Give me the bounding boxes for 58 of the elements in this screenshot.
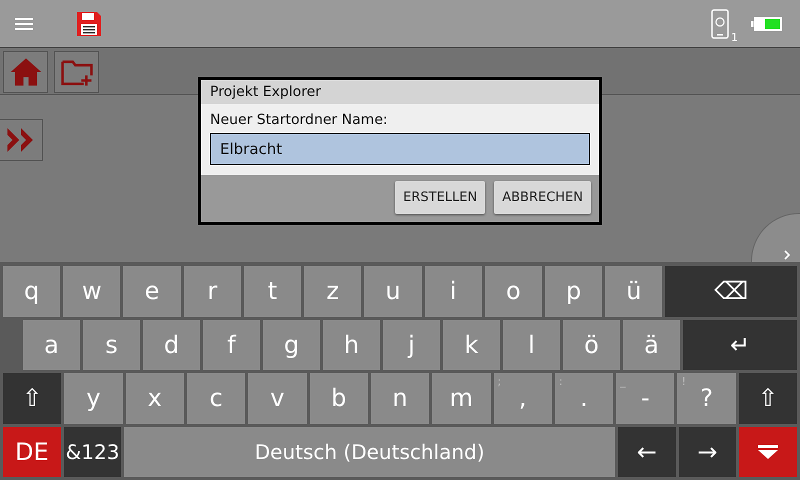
letter-key[interactable]: o [484,266,542,316]
battery-icon [751,16,783,32]
letter-key[interactable]: y [64,373,123,424]
letter-key[interactable]: t [244,266,302,316]
letter-key[interactable]: l [503,320,560,370]
home-button[interactable] [3,51,48,93]
letter-key[interactable]: i [424,266,482,316]
field-label: Neuer Startordner Name: [210,112,389,128]
symbols-key[interactable]: &123 [64,426,122,477]
save-icon[interactable] [76,10,102,36]
expand-button[interactable] [0,119,43,161]
letter-key[interactable]: z [304,266,362,316]
letter-key[interactable]: x [126,373,184,424]
shift-key[interactable]: ⇧ [738,373,798,424]
letter-key[interactable]: g [263,320,320,370]
letter-key[interactable]: ! ? [677,373,736,424]
letter-key[interactable]: k [443,320,500,370]
language-key[interactable]: DE [3,426,61,477]
dialog-title: Projekt Explorer [201,80,599,104]
letter-key[interactable]: q [3,266,60,316]
device-count: 1 [731,30,738,44]
hide-keyboard-icon [758,444,778,459]
chevron-icon [782,250,792,260]
letter-key[interactable]: v [248,373,307,424]
letter-key[interactable]: e [123,266,181,316]
letter-key[interactable]: s [83,320,140,370]
letter-key[interactable]: ü [605,266,662,316]
letter-key[interactable]: p [544,266,602,316]
new-folder-button[interactable] [54,51,99,93]
arrow-key[interactable]: → [678,426,736,477]
menu-icon[interactable] [15,18,33,30]
letter-key[interactable]: d [143,320,200,370]
letter-key[interactable]: r [184,266,241,316]
backspace-key[interactable]: ⌫ [665,266,797,316]
letter-key[interactable]: h [323,320,380,370]
name-input-field[interactable]: Elbracht [210,133,590,165]
letter-key[interactable]: b [310,373,368,424]
letter-key[interactable]: ö [563,320,620,370]
letter-key[interactable]: ä [623,320,680,370]
letter-key[interactable]: a [23,320,80,370]
letter-key[interactable]: u [364,266,422,316]
letter-key[interactable]: f [203,320,260,370]
letter-key[interactable]: _ - [616,373,674,424]
letter-key[interactable]: n [370,373,430,424]
create-button[interactable]: ERSTELLEN [395,181,486,214]
letter-key[interactable]: : . [554,373,614,424]
letter-key[interactable]: m [432,373,490,424]
arrow-key[interactable]: ← [618,426,676,477]
letter-key[interactable]: ; , [494,373,552,424]
letter-key[interactable]: c [186,373,246,424]
enter-key[interactable]: ↵ [683,320,797,370]
shift-key[interactable]: ⇧ [3,373,62,424]
letter-key[interactable]: w [63,266,120,316]
space-key[interactable]: Deutsch (Deutschland) [124,426,615,477]
letter-key[interactable]: j [383,320,440,370]
cancel-button[interactable]: ABBRECHEN [494,181,591,214]
hide-keyboard-key[interactable] [739,426,797,477]
phone-icon[interactable] [711,8,729,38]
